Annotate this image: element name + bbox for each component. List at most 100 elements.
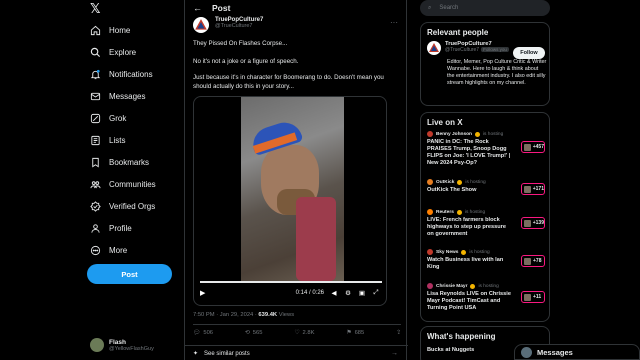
communities-icon xyxy=(90,179,101,190)
heart-icon: ♡ xyxy=(294,330,300,336)
live-item[interactable]: Reuters is hosting LIVE: French farmers b… xyxy=(427,209,545,238)
more-options-icon[interactable]: ··· xyxy=(390,18,398,27)
live-item[interactable]: OutKick is hosting OutKick The Show +171 xyxy=(427,179,545,195)
bookmark-button[interactable]: ⚑ 685 xyxy=(346,330,364,336)
volume-icon[interactable]: ◀ xyxy=(330,289,338,297)
like-count: 2.8K xyxy=(302,330,315,336)
live-item-title: PANIC in DC: The Rock PRAISES Trump, Sno… xyxy=(427,139,511,166)
host-name: Chrissie Mayr xyxy=(436,283,468,289)
video-subject-scarf xyxy=(296,197,336,281)
host-name: Reuters xyxy=(436,209,454,215)
messages-dock-label: Messages xyxy=(537,347,573,357)
host-name: OutKick xyxy=(436,179,455,185)
listener-count: +171 xyxy=(532,186,544,192)
tweet-text-line: No it's not a joke or a figure of speech… xyxy=(193,58,299,65)
nav-item-home[interactable]: Home xyxy=(90,22,130,38)
verified-icon xyxy=(90,200,101,212)
author-handle: @TrueCulture7 xyxy=(215,23,253,29)
nav-label: Bookmarks xyxy=(109,157,150,167)
post-button[interactable]: Post xyxy=(87,264,172,284)
relevant-people-title: Relevant people xyxy=(427,28,489,37)
avatar xyxy=(521,346,532,358)
listener-avatar xyxy=(524,219,531,227)
follow-button[interactable]: Follow xyxy=(513,47,545,59)
live-item[interactable]: Benny Johnson is hosting PANIC in DC: The… xyxy=(427,131,545,167)
tweet-author[interactable]: TruePopCulture7 @TrueCulture7 xyxy=(193,17,263,33)
listener-avatar xyxy=(524,293,531,301)
play-icon[interactable]: ▶ xyxy=(200,289,205,297)
host-avatar xyxy=(427,131,433,137)
relevant-user-handle: @TrueCulture7 xyxy=(445,47,480,53)
nav-item-messages[interactable]: Messages xyxy=(90,88,145,104)
envelope-icon xyxy=(90,91,101,102)
view-count: 639.4K xyxy=(258,312,278,318)
x-logo-icon[interactable]: 𝕏 xyxy=(90,2,104,17)
host-avatar xyxy=(427,209,433,215)
nav-label: Communities xyxy=(109,179,156,189)
back-arrow-icon[interactable]: ← xyxy=(193,3,202,13)
divider xyxy=(185,345,408,346)
nav-item-profile[interactable]: Profile xyxy=(90,220,132,236)
reply-count: 506 xyxy=(203,330,214,336)
relevant-people-card: Relevant people TruePopCulture7 @TrueCul… xyxy=(420,22,550,106)
nav-item-bookmarks[interactable]: Bookmarks xyxy=(90,154,149,170)
video-player[interactable]: ▶ 0:14 / 0:26 ◀ ⚙ ▣ ⤢ xyxy=(193,96,387,306)
messages-dock[interactable]: Messages xyxy=(514,344,640,360)
views-label: Views xyxy=(277,312,295,318)
pip-icon[interactable]: ▣ xyxy=(358,289,366,297)
see-similar-posts[interactable]: ✦ See similar posts xyxy=(193,350,250,358)
nav-label: Lists xyxy=(109,135,126,145)
verified-badge-icon xyxy=(470,283,476,289)
nav-item-lists[interactable]: Lists xyxy=(90,132,125,148)
verified-badge-icon xyxy=(461,249,467,255)
nav-item-verified-orgs[interactable]: Verified Orgs xyxy=(90,198,155,214)
nav-label: Verified Orgs xyxy=(109,201,156,211)
account-switcher[interactable]: Flash @YellowFlashGuy xyxy=(90,338,154,352)
host-avatar xyxy=(427,179,433,185)
host-status: is hosting xyxy=(478,283,499,289)
settings-icon[interactable]: ⚙ xyxy=(344,289,352,297)
search-placeholder: Search xyxy=(439,5,459,11)
nav-item-communities[interactable]: Communities xyxy=(90,176,156,192)
live-item-title: LIVE: French farmers block highways to s… xyxy=(427,217,506,237)
verified-badge-icon xyxy=(474,131,480,137)
whats-happening-title: What's happening xyxy=(427,332,496,341)
bookmark-icon xyxy=(90,157,101,168)
reply-button[interactable]: 💬︎ 506 xyxy=(193,330,213,336)
author-avatar[interactable] xyxy=(193,17,209,33)
divider xyxy=(193,324,401,325)
search-input[interactable]: ⌕ Search xyxy=(420,0,550,16)
tweet-text-line: Just because it's in character for Boome… xyxy=(193,74,384,90)
nav-label: Profile xyxy=(109,223,132,233)
host-name: Benny Johnson xyxy=(436,131,472,137)
person-icon xyxy=(90,223,101,234)
listener-badge: +171 xyxy=(521,183,545,195)
arrow-right-icon[interactable]: → xyxy=(391,350,398,357)
avatar xyxy=(90,338,104,352)
tweet-timestamp: 7:50 PM · Jan 29, 2024 · xyxy=(193,312,259,318)
nav-item-explore[interactable]: Explore xyxy=(90,44,136,60)
share-button[interactable]: ⇪ xyxy=(396,330,401,336)
relevant-user[interactable]: TruePopCulture7 @TrueCulture7 Follows you xyxy=(427,41,509,55)
nav-item-notifications[interactable]: Notifications xyxy=(90,66,153,82)
nav-label: More xyxy=(109,245,128,255)
repost-button[interactable]: ⟲ 565 xyxy=(245,330,263,336)
live-item[interactable]: Chrissie Mayr is hosting Lisa Reynolds LI… xyxy=(427,283,545,312)
listener-badge: +457 xyxy=(521,141,545,153)
live-item-title: Lisa Reynolds LIVE on Chrissie Mayr Podc… xyxy=(427,291,511,311)
avatar xyxy=(427,41,441,55)
nav-item-grok[interactable]: Grok xyxy=(90,110,126,126)
host-status: is hosting xyxy=(464,209,486,215)
listener-count: +78 xyxy=(533,258,542,264)
nav-item-more[interactable]: More xyxy=(90,242,127,258)
host-status: is hosting xyxy=(465,179,486,185)
search-icon xyxy=(90,47,101,58)
left-navigation: 𝕏 Home Explore Notifications Messages Gr… xyxy=(84,0,184,360)
fullscreen-icon[interactable]: ⤢ xyxy=(372,289,380,297)
host-avatar xyxy=(427,249,433,255)
grok-icon xyxy=(90,113,101,124)
verified-badge-icon xyxy=(457,179,463,185)
account-name: Flash xyxy=(109,338,126,346)
live-item[interactable]: Sky News is hosting Watch Business live w… xyxy=(427,249,545,271)
like-button[interactable]: ♡ 2.8K xyxy=(294,330,314,336)
